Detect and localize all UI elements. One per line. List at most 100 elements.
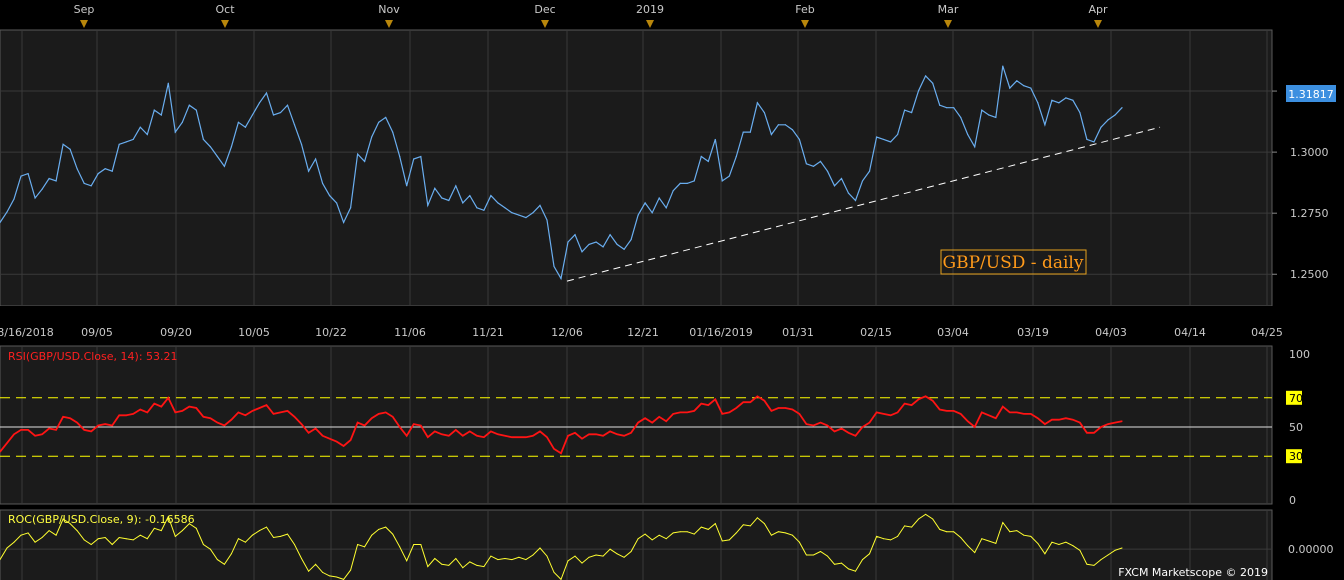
rsi-point [1086,432,1088,434]
price-point [840,177,843,180]
roc-title: ROC(GBP/USD.Close, 9): -0.16586 [8,513,195,526]
price-point [581,251,583,253]
price-point [181,121,183,123]
rsi-point [819,422,822,424]
date-label: 02/15 [860,326,892,339]
month-label: Nov [378,3,400,16]
rsi-point [420,424,422,427]
roc-point [364,546,366,548]
price-point [861,180,864,182]
rsi-point [763,400,765,402]
roc-point [1065,541,1067,543]
roc-point [602,555,604,557]
price-point [427,204,429,206]
price-point [1009,87,1011,89]
roc-point [287,533,289,535]
roc-point [756,517,758,519]
roc-point [525,559,527,561]
price-point [314,158,317,160]
roc-point [1044,553,1046,555]
price-point [1058,102,1060,104]
roc-point [34,541,36,543]
roc-point [202,544,204,546]
price-point [1114,114,1116,116]
roc-point [918,518,920,520]
rsi-point [279,411,282,413]
rsi-point [868,422,871,424]
roc-point [490,555,492,557]
price-point [69,148,71,150]
roc-point [658,534,660,536]
roc-point [125,538,127,540]
price-point [560,278,562,280]
roc-point [742,524,744,526]
roc-point [55,534,57,536]
rsi-point [146,411,148,413]
rsi-point [90,430,92,432]
rsi-point [504,435,506,437]
price-point [553,265,555,268]
rsi-point [441,433,443,435]
roc-point [581,562,583,564]
roc-point [770,534,772,536]
price-point [672,190,674,192]
date-label: 11/21 [472,326,504,339]
month-label: 2019 [636,3,664,16]
roc-point [1002,521,1004,523]
rsi-point [1079,422,1081,424]
price-point [336,202,338,204]
price-point [833,185,836,187]
roc-point [511,559,513,561]
rsi-point [1023,413,1025,415]
price-point [6,211,8,213]
roc-point [308,570,310,572]
roc-point [728,539,730,541]
price-point [34,197,36,199]
rsi-point [462,435,464,437]
rsi-point [272,413,275,415]
price-point [364,160,366,163]
rsi-point [1037,417,1039,419]
roc-point [441,563,443,565]
roc-point [244,541,246,543]
rsi-point [1093,432,1095,434]
rsi-point [1121,420,1123,422]
rsi-point [532,435,534,437]
roc-point [967,545,969,547]
rsi-point [798,413,801,415]
price-point [897,133,899,136]
rsi-point [1072,419,1074,421]
rsi-point [6,442,8,444]
rsi-panel[interactable]: 0 30 50 70 100 RSI(GBP/USD.Close, 14): 53.21 [0,345,1310,507]
rsi-point [742,401,744,403]
roc-panel[interactable]: 0.00000 ROC(GBP/USD.Close, 9): -0.16586 … [0,509,1334,580]
rsi-point [483,436,485,438]
rsi-point [721,413,723,415]
price-point [62,143,64,145]
price-point [111,170,113,172]
roc-point [209,548,211,550]
price-point [1030,87,1032,89]
roc-point [336,576,338,578]
rsi-point [609,430,611,432]
roc-point [953,531,955,533]
roc-point [609,548,611,550]
price-point [272,114,275,116]
price-point [777,124,779,126]
rsi-point [946,410,948,412]
price-point [1044,124,1046,126]
price-panel[interactable]: 1.25001.27501.30001.3250 GBP/USD - daily… [0,29,1336,307]
rsi-point [125,414,127,416]
price-point [378,121,380,123]
price-point [700,155,702,158]
roc-point [686,531,688,533]
roc-point [294,544,296,546]
roc-point [301,557,303,559]
rsi-point [1044,423,1046,425]
roc-point [819,550,821,552]
rsi-tick-label: 0 [1289,494,1296,507]
rsi-point [581,438,583,440]
date-label: 01/16/2019 [689,326,752,339]
roc-point [1121,547,1123,549]
roc-point [504,557,506,559]
